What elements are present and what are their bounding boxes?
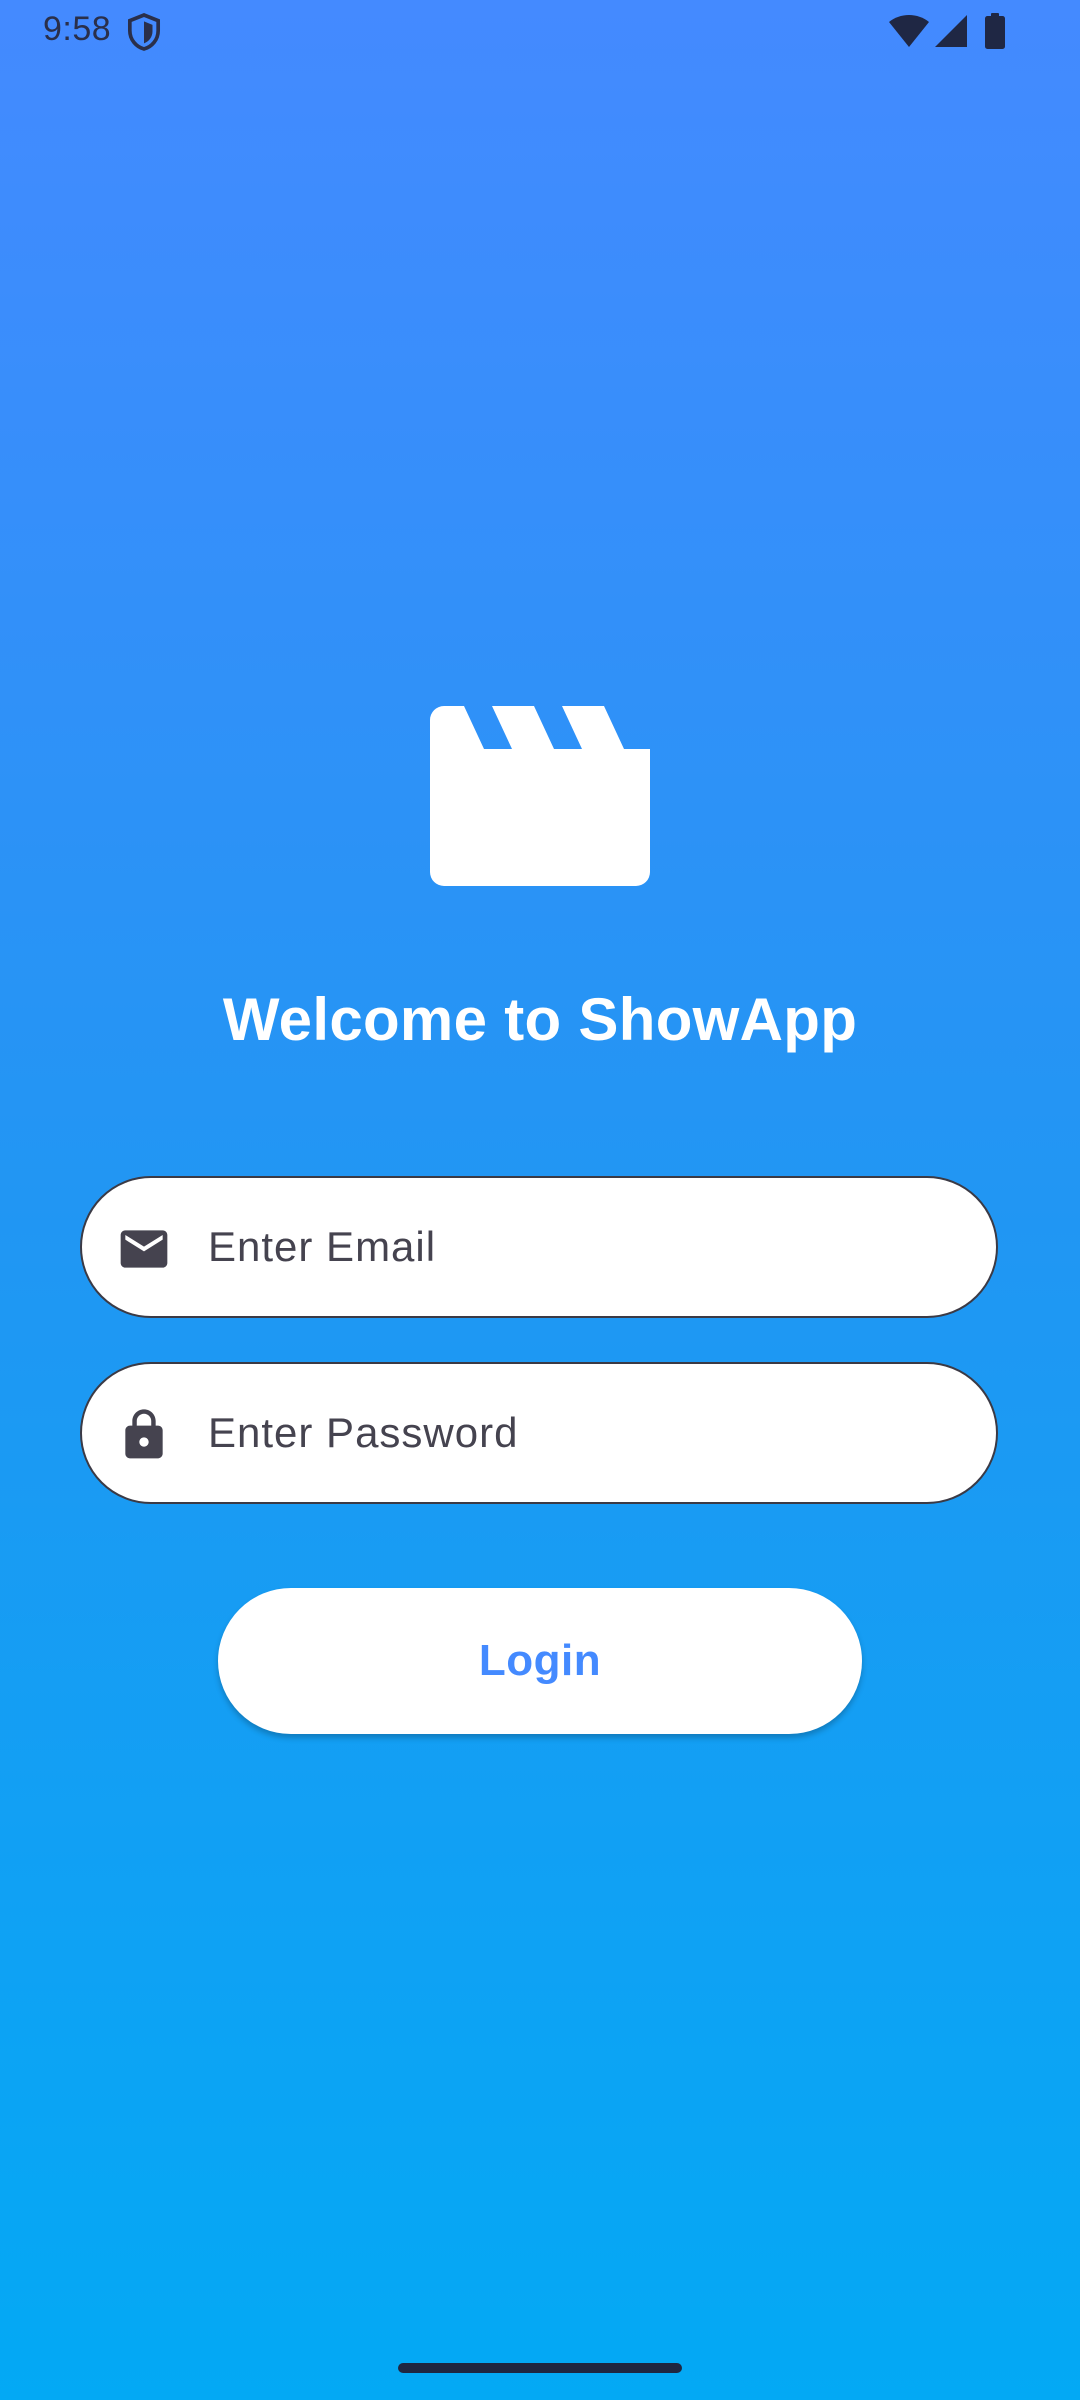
home-indicator[interactable] xyxy=(398,2363,682,2373)
email-icon xyxy=(120,1230,168,1268)
status-bar: 9:58 xyxy=(0,0,1080,62)
password-field[interactable] xyxy=(80,1362,998,1504)
login-button[interactable]: Login xyxy=(218,1588,862,1734)
battery-icon xyxy=(985,13,1005,49)
email-input[interactable] xyxy=(208,1178,956,1316)
password-input[interactable] xyxy=(208,1364,956,1502)
clapperboard-icon xyxy=(430,706,650,886)
wifi-icon xyxy=(889,15,929,47)
email-field[interactable] xyxy=(80,1176,998,1318)
signal-icon xyxy=(935,15,967,47)
lock-icon xyxy=(125,1409,163,1459)
status-time: 9:58 xyxy=(43,10,112,48)
login-screen: 9:58 Welcome to ShowApp Login xyxy=(0,0,1080,2400)
welcome-title: Welcome to ShowApp xyxy=(222,986,858,1053)
shield-icon xyxy=(127,13,161,51)
